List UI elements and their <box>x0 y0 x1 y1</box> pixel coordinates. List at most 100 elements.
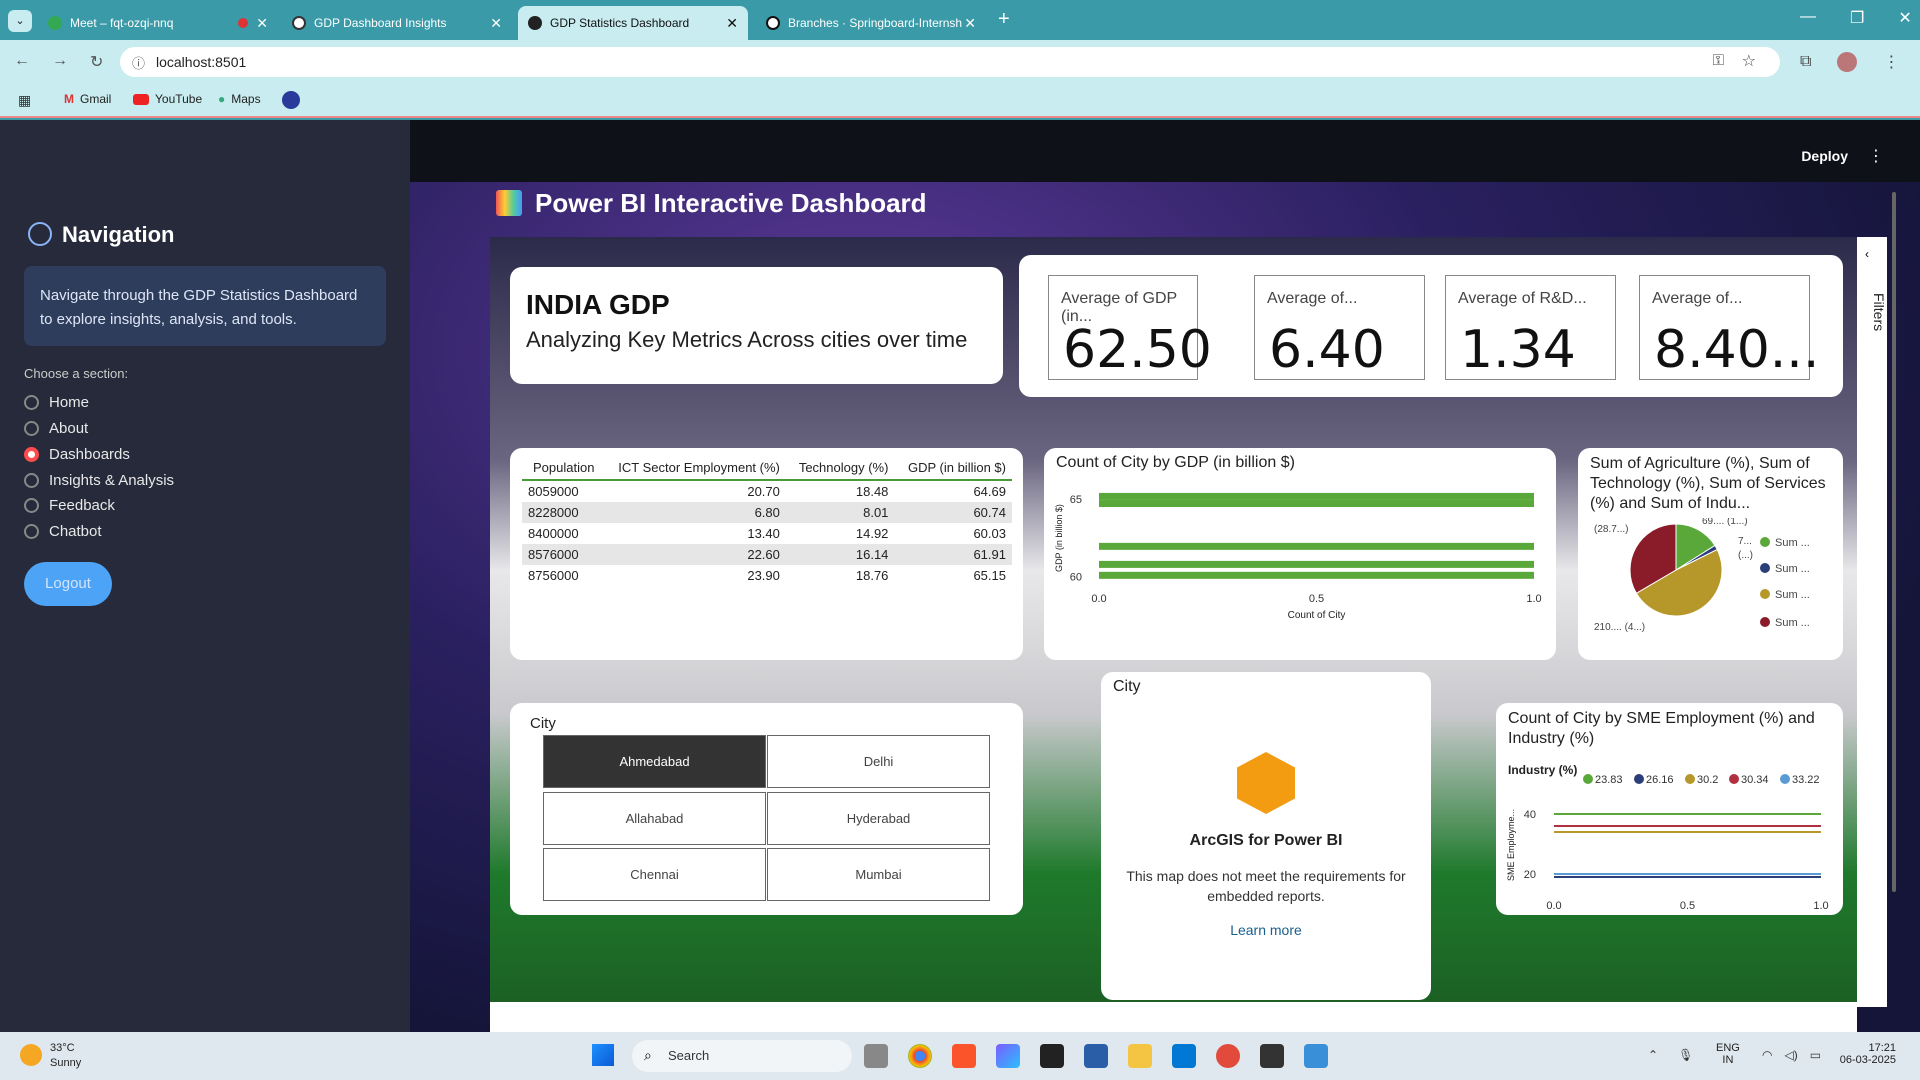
close-icon[interactable]: ✕ <box>256 15 268 32</box>
more-menu-icon[interactable]: ⋮ <box>1868 146 1884 166</box>
logout-button[interactable]: Logout <box>24 562 112 606</box>
column-header[interactable]: Technology (%) <box>785 456 895 481</box>
filters-pane[interactable]: ‹ Filters <box>1857 237 1887 1007</box>
back-icon[interactable]: ← <box>14 52 30 72</box>
tab-gdp-statistics[interactable]: GDP Statistics Dashboard ✕ <box>518 6 748 40</box>
battery-icon[interactable]: ▭ <box>1810 1048 1821 1062</box>
language-indicator[interactable]: ENG IN <box>1716 1042 1740 1066</box>
radio-feedback[interactable]: Feedback <box>24 497 115 514</box>
restore-icon[interactable]: ❐ <box>1850 8 1864 28</box>
table-row[interactable]: 8576000 22.60 16.14 61.91 <box>522 544 1012 565</box>
radio-chatbot[interactable]: Chatbot <box>24 523 102 540</box>
slicer-item-ahmedabad[interactable]: Ahmedabad <box>543 735 766 788</box>
scrollbar[interactable] <box>1892 192 1896 892</box>
menu-icon[interactable]: ⋮ <box>1883 52 1899 72</box>
taskbar-search[interactable]: ⌕ Search <box>632 1040 852 1072</box>
apps-grid-icon[interactable]: ▦ <box>18 92 31 109</box>
deploy-button[interactable]: Deploy <box>1801 148 1848 164</box>
tab-search-button[interactable]: ⌄ <box>8 10 32 32</box>
powershell-icon[interactable] <box>1084 1044 1108 1068</box>
y-tick-label: 65 <box>1070 494 1082 506</box>
map-message: This map does not meet the requirements … <box>1126 868 1406 904</box>
table-cell: 23.90 <box>747 568 780 583</box>
clock[interactable]: 17:21 06-03-2025 <box>1836 1042 1896 1066</box>
tab-label: GDP Statistics Dashboard <box>550 16 690 30</box>
table-cell: 20.70 <box>747 484 780 499</box>
gdp-bar-chart[interactable]: 65 60 0.0 0.5 1.0 Count of City GDP (in billio… <box>1044 476 1556 660</box>
kpi-card: Average of... 6.40 <box>1254 275 1425 380</box>
slicer-item-allahabad[interactable]: Allahabad <box>543 792 766 845</box>
tab-gdp-insights[interactable]: GDP Dashboard Insights ✕ <box>282 6 512 40</box>
minimize-icon[interactable]: — <box>1800 8 1816 28</box>
search-icon: ⌕ <box>644 1047 652 1063</box>
brave-icon[interactable] <box>952 1044 976 1068</box>
table-row[interactable]: 8228000 6.80 8.01 60.74 <box>522 502 1012 523</box>
sme-line-chart[interactable]: 23.83 26.16 30.2 30.34 33.22 40 20 0.0 0.5 1.0 SME… <box>1496 753 1843 915</box>
kpi-card: Average of... 8.40... <box>1639 275 1819 380</box>
dashboard-title: Power BI Interactive Dashboard <box>535 188 927 218</box>
close-icon[interactable]: ✕ <box>490 15 502 32</box>
legend-swatch <box>1780 774 1790 784</box>
headline-card: INDIA GDP Analyzing Key Metrics Across c… <box>510 267 1003 384</box>
vscode-icon[interactable] <box>1172 1044 1196 1068</box>
tab-branches[interactable]: Branches · Springboard-Internsh ✕ <box>756 6 986 40</box>
legend-label: Sum ... <box>1775 537 1810 549</box>
radio-about[interactable]: About <box>24 420 88 437</box>
slicer-item-mumbai[interactable]: Mumbai <box>767 848 990 901</box>
slicer-item-hyderabad[interactable]: Hyderabad <box>767 792 990 845</box>
choose-label: Choose a section: <box>24 366 129 381</box>
avatar[interactable] <box>1837 52 1858 72</box>
forward-icon[interactable]: → <box>52 52 68 72</box>
learn-more-link[interactable]: Learn more <box>1101 922 1431 938</box>
radio-insights[interactable]: Insights & Analysis <box>24 472 174 489</box>
copilot-icon[interactable] <box>996 1044 1020 1068</box>
table-row[interactable]: 8756000 23.90 18.76 65.15 <box>522 565 1012 586</box>
bookmark-extra-icon[interactable] <box>282 91 300 109</box>
password-key-icon[interactable]: ⚿ <box>1713 52 1724 69</box>
column-header[interactable]: ICT Sector Employment (%) <box>600 456 786 481</box>
radio-dashboards[interactable]: Dashboards <box>24 446 130 463</box>
volume-icon[interactable]: ◁) <box>1784 1048 1797 1062</box>
close-icon[interactable]: ✕ <box>726 15 738 32</box>
microphone-icon[interactable]: 🎙 <box>1678 1048 1693 1062</box>
table-row[interactable]: 8059000 20.70 18.48 64.69 <box>522 480 1012 502</box>
windows-start-icon[interactable] <box>592 1044 614 1066</box>
slicer-item-chennai[interactable]: Chennai <box>543 848 766 901</box>
star-icon[interactable]: ☆ <box>1742 51 1756 71</box>
column-header[interactable]: Population <box>522 456 601 481</box>
slicer-item-delhi[interactable]: Delhi <box>767 735 990 788</box>
tab-meet[interactable]: Meet – fqt-ozqi-nnq ✕ <box>38 6 278 40</box>
pie-chart[interactable]: 143.75 (28.7...) 69.... (1...) 7... (...) 210… <box>1578 518 1843 660</box>
kpi-panel: Average of GDP (in... 62.50 Average of...… <box>1019 255 1843 397</box>
file-explorer-icon[interactable] <box>1128 1044 1152 1068</box>
close-window-icon[interactable]: ✕ <box>1898 8 1911 28</box>
wps-icon[interactable] <box>1216 1044 1240 1068</box>
bookmark-gmail[interactable]: M Gmail <box>64 92 111 106</box>
table-cell: 8756000 <box>528 568 579 583</box>
notepad-icon[interactable] <box>1304 1044 1328 1068</box>
close-icon[interactable]: ✕ <box>964 15 976 32</box>
column-header[interactable]: GDP (in billion $) <box>894 456 1012 481</box>
chrome-icon[interactable] <box>908 1044 932 1068</box>
cmd-icon[interactable] <box>1260 1044 1284 1068</box>
kpi-label: Average of... <box>1267 290 1358 307</box>
task-view-icon[interactable] <box>864 1044 888 1068</box>
data-table-card: Population ICT Sector Employment (%) Tec… <box>510 448 1023 660</box>
youtube-icon <box>133 93 149 105</box>
bookmark-maps[interactable]: ● Maps <box>218 92 261 106</box>
collapse-icon[interactable]: ‹ <box>1865 247 1869 261</box>
table-row[interactable]: 8400000 13.40 14.92 60.03 <box>522 523 1012 544</box>
address-bar[interactable]: ⓘ localhost:8501 ⚿ ☆ <box>120 47 1780 77</box>
site-info-icon[interactable]: ⓘ <box>132 53 145 72</box>
extensions-icon[interactable]: ⧉ <box>1800 53 1811 71</box>
tray-chevron-icon[interactable]: ⌃ <box>1648 1048 1658 1062</box>
reload-icon[interactable]: ↻ <box>90 52 103 72</box>
info-box: Navigate through the GDP Statistics Dash… <box>24 266 386 346</box>
terminal-icon[interactable] <box>1040 1044 1064 1068</box>
wifi-icon[interactable]: ◠ <box>1762 1048 1772 1062</box>
table-cell: 16.14 <box>785 544 895 565</box>
sme-chart-card: Count of City by SME Employment (%) and … <box>1496 703 1843 915</box>
bookmark-youtube[interactable]: YouTube <box>133 92 202 106</box>
radio-home[interactable]: Home <box>24 394 89 411</box>
new-tab-button[interactable]: + <box>998 8 1010 31</box>
